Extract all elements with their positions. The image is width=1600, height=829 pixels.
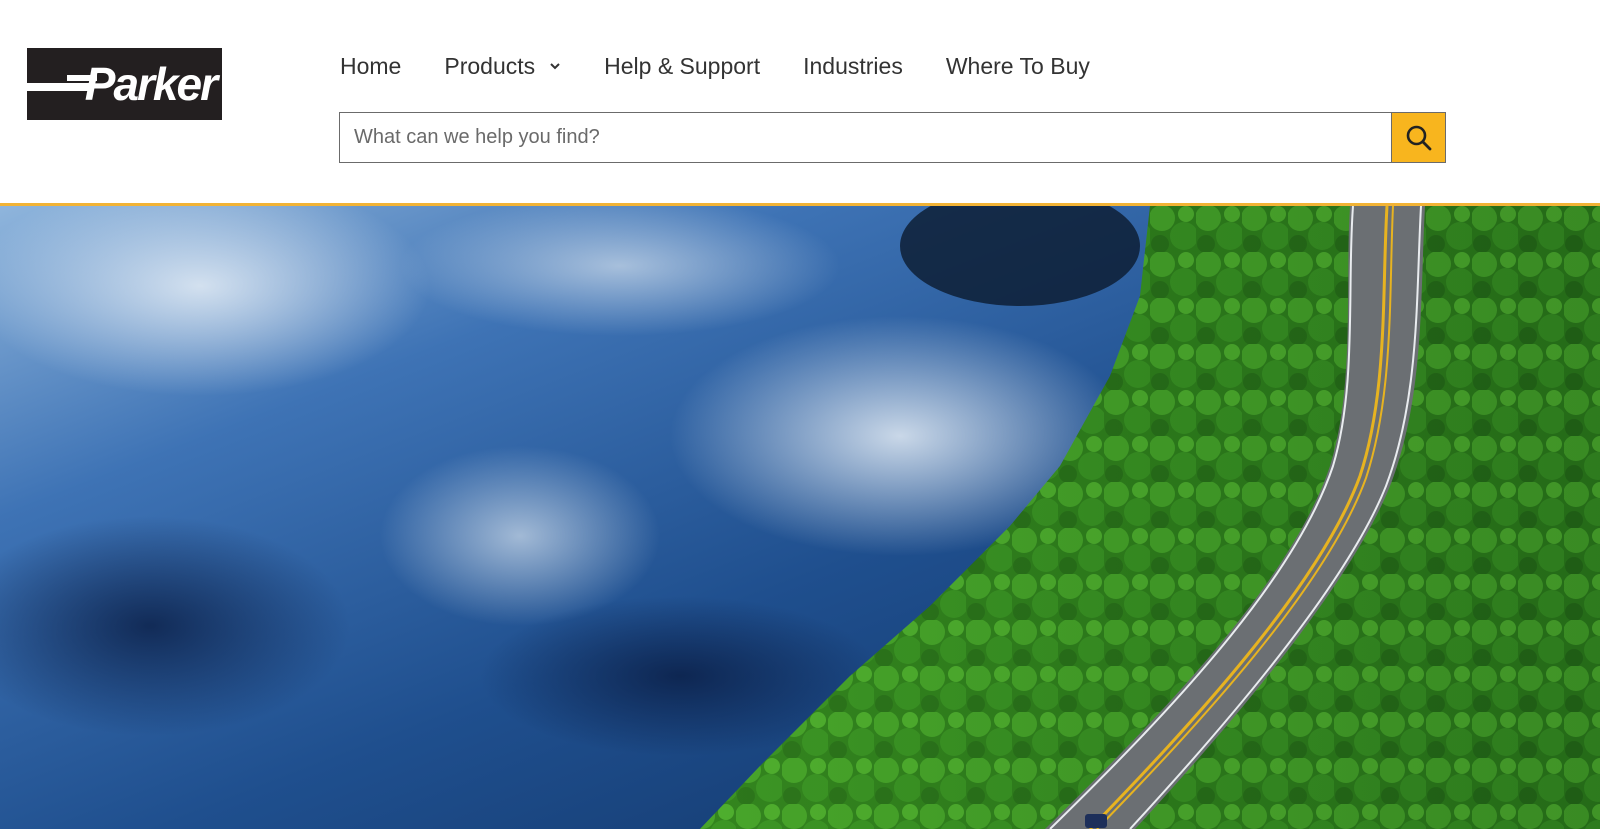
search-bar (339, 112, 1446, 163)
nav-item-industries[interactable]: Industries (803, 53, 903, 80)
search-input[interactable] (340, 113, 1391, 162)
nav-item-help-support[interactable]: Help & Support (604, 53, 760, 80)
search-button[interactable] (1391, 113, 1445, 162)
nav-item-label: Where To Buy (945, 52, 1090, 79)
nav-item-home[interactable]: Home (340, 53, 401, 80)
nav-item-label: Products (444, 52, 536, 79)
nav-item-products[interactable]: Products (444, 53, 561, 80)
nav-item-label: Industries (803, 52, 903, 79)
nav-item-label: Home (340, 52, 402, 79)
hero-image (0, 206, 1600, 829)
aerial-lake-forest-road-image (0, 206, 1600, 829)
nav-item-label: Help & Support (604, 52, 761, 79)
chevron-down-icon (550, 63, 560, 70)
main-nav: Home Products Help & Support Industries … (340, 48, 1090, 84)
logo-wordmark: Parker (84, 58, 218, 110)
site-header: Parker Home Products Help & Support Indu… (0, 0, 1600, 206)
parker-logo[interactable]: Parker (27, 48, 222, 120)
logo-stripe (27, 83, 89, 91)
nav-item-where-to-buy[interactable]: Where To Buy (946, 53, 1090, 80)
search-icon (1406, 125, 1431, 150)
